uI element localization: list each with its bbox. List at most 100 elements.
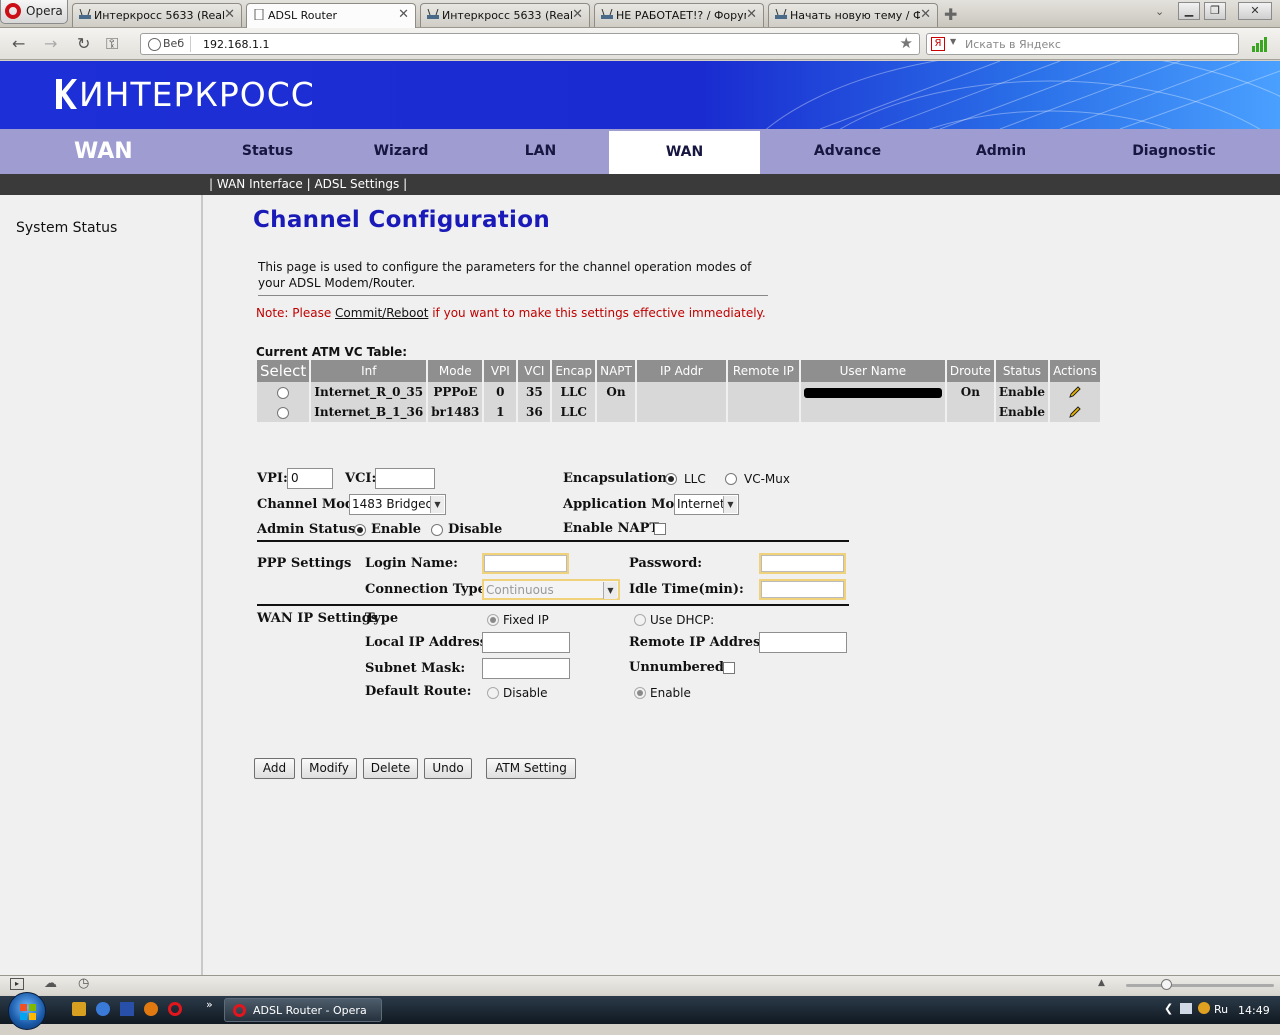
close-window-icon[interactable]: ✕ [1238,2,1272,20]
delete-button[interactable]: Delete [363,758,418,779]
row-select-radio[interactable] [277,406,290,419]
add-button[interactable]: Add [254,758,295,779]
vpi-input[interactable]: 0 [287,468,333,489]
undo-button[interactable]: Undo [424,758,472,779]
opera-menu-button[interactable]: Opera [0,0,68,24]
use-dhcp-radio[interactable] [634,614,646,626]
quicklaunch-tool-icon[interactable] [72,1002,86,1016]
idle-time-input[interactable] [759,579,846,600]
browser-tab[interactable]: Интеркросс 5633 (Realt… ✕ [72,3,242,27]
fixed-ip-radio[interactable] [487,614,499,626]
url-scope-badge[interactable]: Веб [145,36,192,52]
local-ip-label: Local IP Address: [365,635,492,650]
nav-status[interactable]: Status [205,129,330,174]
nav-diagnostic[interactable]: Diagnostic [1072,129,1276,174]
back-icon[interactable]: ← [12,34,25,53]
forward-icon[interactable]: → [44,34,57,53]
close-tab-icon[interactable]: ✕ [920,7,931,22]
encapsulation-label: Encapsulation: [563,471,672,486]
atm-setting-button[interactable]: ATM Setting [486,758,576,779]
tray-app-icon[interactable] [1198,1002,1210,1014]
url-field[interactable]: Веб 192.168.1.1 ★ [140,33,920,55]
login-name-input[interactable] [482,553,569,574]
panel-toggle-icon[interactable]: ▸ [10,978,24,990]
cloud-icon[interactable]: ☁ [44,976,57,991]
default-route-label: Default Route: [365,684,472,699]
nav-advance[interactable]: Advance [765,129,930,174]
admin-enable-radio[interactable] [354,524,366,536]
reload-icon[interactable]: ↻ [77,34,90,53]
divider [257,540,849,542]
close-tab-icon[interactable]: ✕ [224,7,235,22]
sidebar-item-system-status[interactable]: System Status [16,220,117,236]
start-button[interactable] [8,992,46,1030]
close-tab-icon[interactable]: ✕ [746,7,757,22]
admin-disable-label: Disable [448,522,503,537]
edit-pencil-icon[interactable] [1068,385,1082,399]
edit-pencil-icon[interactable] [1068,405,1082,419]
nav-lan[interactable]: LAN [472,129,609,174]
quicklaunch-opera-icon[interactable] [168,1002,182,1016]
browser-tab-active[interactable]: ADSL Router ✕ [246,3,416,28]
table-header-row: Select Inf Mode VPI VCI Encap NAPT IP Ad… [257,360,1100,382]
col-select: Select [257,360,310,382]
encap-llc-radio[interactable] [665,473,677,485]
browser-tab[interactable]: Интеркросс 5633 (Realt… ✕ [420,3,590,27]
application-mode-select[interactable]: Internet ▼ [674,494,739,515]
sub-nav-links[interactable]: | WAN Interface | ADSL Settings | [209,177,407,191]
windows-logo-icon [20,1004,36,1020]
key-icon[interactable]: ⚿ [106,34,118,54]
admin-disable-radio[interactable] [431,524,443,536]
row-select-radio[interactable] [277,386,290,399]
language-indicator[interactable]: Ru [1214,1003,1228,1016]
expand-up-icon[interactable]: ▲ [1098,978,1105,988]
url-text[interactable]: 192.168.1.1 [203,38,269,51]
col-actions: Actions [1050,360,1100,382]
quicklaunch-app-icon[interactable] [120,1002,134,1016]
channel-mode-select[interactable]: 1483 Bridged ▼ [349,494,446,515]
quicklaunch-media-icon[interactable] [96,1002,110,1016]
default-route-enable-radio[interactable] [634,687,646,699]
search-engine-dropdown-icon[interactable]: ▼ [950,37,956,46]
close-tab-icon[interactable]: ✕ [572,7,583,22]
speed-dial-gauge-icon[interactable]: ◷ [78,976,89,991]
nav-admin[interactable]: Admin [935,129,1067,174]
col-status: Status [995,360,1049,382]
brand-banner: ИНТЕРКРОСС [0,61,1280,129]
tab-list-chevron-icon[interactable]: ⌄ [1155,5,1164,18]
unnumbered-checkbox[interactable] [723,662,735,674]
connection-type-select[interactable]: Continuous ▼ [482,579,620,600]
enable-napt-checkbox[interactable] [654,523,666,535]
encap-vcmux-radio[interactable] [725,473,737,485]
local-ip-input[interactable] [482,632,570,653]
search-field[interactable]: Я ▼ Искать в Яндекс [926,33,1239,55]
redacted-username [803,387,942,398]
yandex-icon[interactable]: Я [931,37,945,51]
tray-network-icon[interactable] [1180,1003,1192,1014]
clock[interactable]: 14:49 [1238,1004,1270,1017]
taskbar-window-opera[interactable]: ADSL Router - Opera [224,998,382,1022]
subnet-mask-input[interactable] [482,658,570,679]
zoom-slider-handle[interactable] [1161,979,1172,990]
nav-wan[interactable]: WAN [609,131,760,177]
new-tab-icon[interactable]: ✚ [944,5,957,24]
nav-wizard[interactable]: Wizard [335,129,467,174]
default-route-disable-radio[interactable] [487,687,499,699]
col-encap: Encap [552,360,596,382]
tray-expand-icon[interactable]: ❮ [1164,1002,1173,1015]
quicklaunch-more-icon[interactable]: » [206,998,213,1011]
vci-input[interactable] [375,468,435,489]
password-input[interactable] [759,553,846,574]
minimize-icon[interactable]: ▁ [1178,2,1200,20]
browser-tab[interactable]: Начать новую тему / Ф… ✕ [768,3,938,27]
commit-reboot-link[interactable]: Commit/Reboot [335,306,428,320]
quicklaunch-avast-icon[interactable] [144,1002,158,1016]
close-tab-icon[interactable]: ✕ [398,7,409,22]
zoom-slider[interactable] [1126,979,1274,990]
remote-ip-input[interactable] [759,632,847,653]
bookmark-star-icon[interactable]: ★ [900,34,913,52]
modify-button[interactable]: Modify [301,758,357,779]
chevron-down-icon: ▼ [430,496,444,513]
maximize-icon[interactable]: ❐ [1204,2,1226,20]
browser-tab[interactable]: НЕ РАБОТАЕТ!? / Форум… ✕ [594,3,764,27]
